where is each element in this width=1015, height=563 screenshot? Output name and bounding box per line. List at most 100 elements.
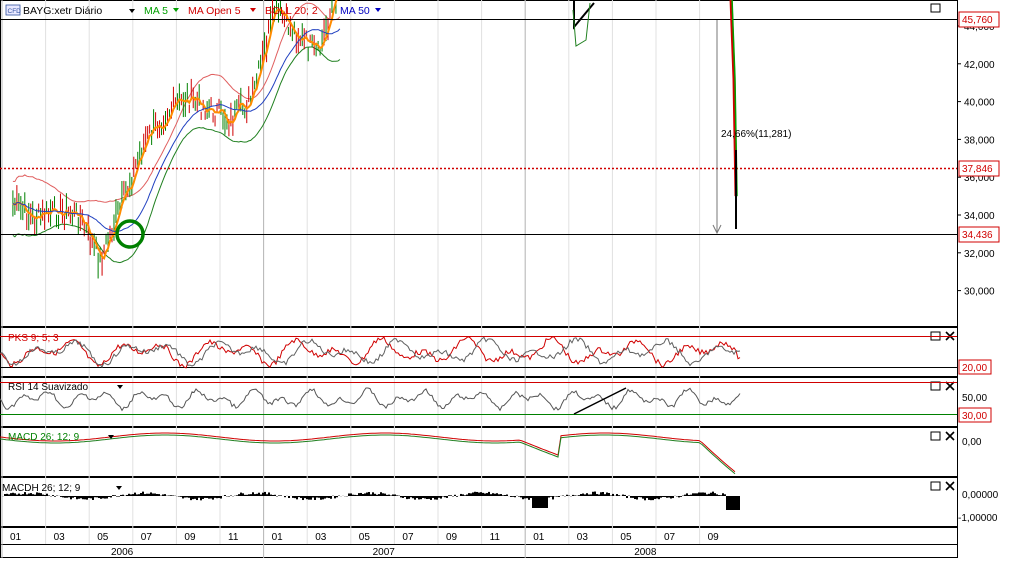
macdh-bar [480, 492, 482, 496]
y-tick-label: 32,000 [964, 249, 995, 260]
legend-ma-open5[interactable]: MA Open 5 [188, 5, 241, 17]
macdh-bar [542, 496, 544, 508]
macdh-bar [244, 495, 246, 496]
macdh-bar [608, 493, 610, 496]
macdh-bar [180, 496, 182, 497]
macdh-bar [544, 496, 546, 508]
macdh-bar [316, 496, 318, 498]
macdh-bar [238, 494, 240, 496]
legend-boll[interactable]: BOLL 20; 2 [265, 5, 318, 17]
macdh-bar [148, 494, 150, 496]
year-label: 2008 [634, 547, 657, 558]
macdh-bar [428, 496, 430, 499]
macdh-bar [152, 494, 154, 496]
macdh-bar [396, 495, 398, 496]
macdh-bar [274, 495, 276, 496]
macdh-bar [472, 492, 474, 496]
macdh-bar [266, 494, 268, 496]
macdh-bar [6, 494, 8, 496]
x-tick-label: 05 [620, 532, 632, 543]
level-label-low: 34,436 [962, 230, 993, 241]
macdh-bar [606, 493, 608, 496]
macdh-bar [630, 496, 632, 498]
macdh-bar [442, 496, 444, 497]
macdh-bar [98, 496, 100, 498]
macdh-bar [104, 496, 106, 499]
macdh-bar [550, 496, 552, 497]
macdh-bar [300, 496, 302, 498]
x-tick-label: 07 [664, 532, 676, 543]
macdh-bar [336, 496, 338, 497]
macdh-bar [448, 495, 450, 496]
level-label-mid: 37,846 [962, 164, 993, 175]
year-label: 2006 [111, 547, 134, 558]
macdh-bar [114, 495, 116, 496]
macdh-bar [150, 492, 152, 496]
x-tick-label: 09 [184, 532, 196, 543]
macdh-bar [52, 495, 54, 496]
macdh-bar [214, 496, 216, 498]
macdh-bar [456, 496, 458, 497]
macdh-bar [280, 495, 282, 496]
macdh-bar [710, 493, 712, 496]
macdh-bar [426, 496, 428, 499]
macdh-bar [390, 495, 392, 496]
macdh-bar [358, 493, 360, 496]
macdh-bar [444, 496, 446, 497]
symbol-label[interactable]: BAYG:xetr Diário [23, 5, 102, 17]
macdh-bar [656, 496, 658, 498]
macdh-bar [240, 493, 242, 496]
macdh-bar [644, 496, 646, 500]
legend-ma5[interactable]: MA 5 [144, 5, 168, 17]
macdh-bar [566, 495, 568, 496]
x-tick-label: 09 [446, 532, 458, 543]
macdh-bar [418, 496, 420, 499]
rsi-label[interactable]: RSI 14 Suavizado [8, 382, 88, 393]
macdh-bar [72, 496, 74, 498]
macdh-bar [510, 496, 512, 497]
macdh-bar [374, 494, 376, 496]
macdh-bar [128, 494, 130, 496]
macdh-bar [730, 496, 732, 510]
macdh-bar [376, 495, 378, 496]
measure-annotation: 24,66%(11,281) [721, 129, 791, 140]
macdh-bar [196, 496, 198, 500]
macdh-bar [430, 496, 432, 500]
macdh-bar [650, 496, 652, 500]
macdh-bar [94, 496, 96, 497]
macdh-bar [546, 496, 548, 508]
macdh-bar [84, 496, 86, 499]
legend-ma50[interactable]: MA 50 [340, 5, 370, 17]
macdh-bar [686, 493, 688, 496]
x-tick-label: 01 [533, 532, 545, 543]
macdh-bar [258, 493, 260, 496]
macdh-bar [86, 496, 88, 500]
macdh-bar [178, 496, 180, 497]
macdh-bar [26, 494, 28, 496]
macdh-bar [506, 495, 508, 496]
macdh-bar [236, 495, 238, 496]
macdh-bar [642, 496, 644, 499]
macdh-bar [60, 496, 62, 497]
macdh-bar [492, 493, 494, 496]
macdh-label[interactable]: MACDH 26; 12; 9 [2, 483, 81, 494]
macd-label[interactable]: MACD 26; 12; 9 [8, 432, 80, 443]
macdh-bar [602, 492, 604, 496]
macdh-bar [48, 495, 50, 496]
macdh-bar [34, 495, 36, 496]
macdh-bar [488, 492, 490, 496]
macdh-bar [224, 495, 226, 496]
macdh-bar [696, 493, 698, 496]
x-tick-label: 09 [708, 532, 720, 543]
macdh-bar [42, 495, 44, 496]
macdh-bar [420, 496, 422, 499]
macdh-bar [156, 494, 158, 496]
macdh-bar [610, 495, 612, 496]
y-tick-label: 40,000 [964, 98, 995, 109]
macdh-bar [268, 492, 270, 496]
stoch-label[interactable]: PKS 9; 5; 3 [8, 333, 59, 344]
macdh-bar [278, 495, 280, 496]
macdh-bar [92, 496, 94, 500]
macdh-bar [246, 495, 248, 496]
macdh-bar [552, 496, 554, 499]
